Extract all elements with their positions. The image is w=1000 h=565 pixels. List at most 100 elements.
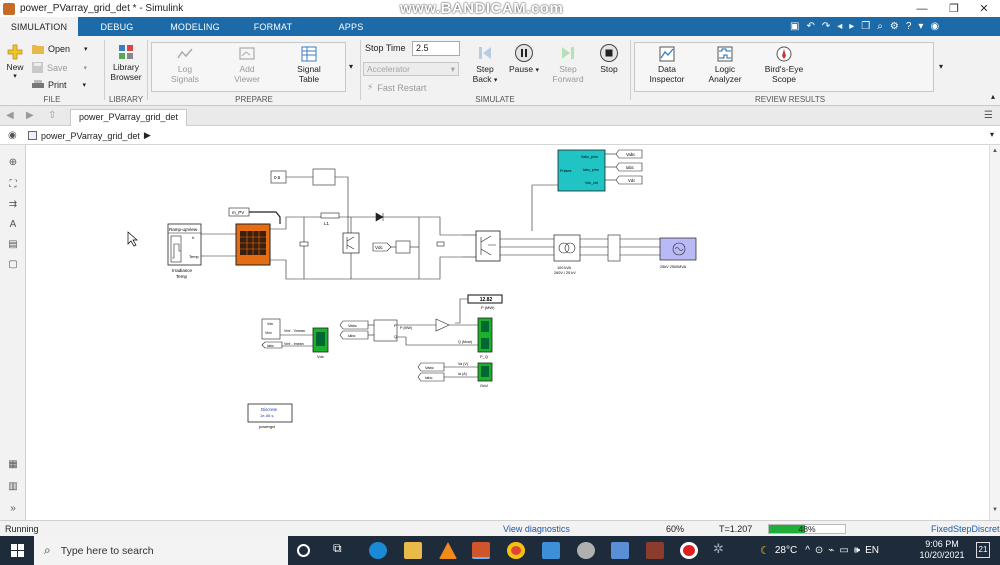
grid-scope[interactable]: Grid <box>477 362 493 388</box>
irradiance-temp-block[interactable]: Ramp-upView Ir Temp Irradiance Temp <box>167 223 202 279</box>
p-gain-block[interactable] <box>435 318 450 332</box>
close-button[interactable]: ✕ <box>968 0 1000 17</box>
chrome-icon[interactable] <box>507 542 525 559</box>
pq-measurement-block[interactable]: P Q <box>373 319 398 342</box>
expand-palette-icon[interactable]: » <box>6 503 20 515</box>
vdc-from-tag[interactable]: Vdc <box>615 175 643 185</box>
taskbar-search-box[interactable]: ⌕ Type here to search <box>34 536 288 565</box>
model-canvas[interactable]: Ramp-upView Ir Temp Irradiance Temp m_PV <box>26 145 989 520</box>
options-icon[interactable]: ▾ <box>918 21 923 32</box>
forward-nav-icon[interactable]: ▶ <box>26 110 34 121</box>
scroll-up-icon[interactable]: ▲ <box>992 148 998 154</box>
birds-eye-scope-button[interactable]: Bird's-Eye Scope <box>761 46 807 84</box>
copy-icon[interactable]: ❐ <box>861 21 870 32</box>
tab-modeling[interactable]: MODELING <box>156 17 234 36</box>
p-mw-display[interactable]: 12.82 P (MW) <box>467 294 503 310</box>
arrow-icon[interactable]: ⇉ <box>6 199 20 211</box>
pause-button[interactable]: Pause ▾ <box>506 44 542 76</box>
file-explorer-icon[interactable] <box>404 542 422 559</box>
iabc-from-tag-p[interactable]: Iabc <box>339 330 369 340</box>
scroll-down-icon[interactable]: ▼ <box>992 507 998 513</box>
add-viewer-button[interactable]: Add Viewer <box>226 46 268 84</box>
open-button[interactable]: Open ▾ <box>32 44 88 54</box>
logic-analyzer-button[interactable]: Logic Analyzer <box>703 46 747 84</box>
iabc-from-tag-2[interactable]: Iabc <box>261 341 283 349</box>
pwm-generator-block[interactable] <box>312 168 336 186</box>
community-icon[interactable]: ◉ <box>930 21 939 32</box>
minimize-button[interactable]: — <box>906 0 938 17</box>
bandicam-icon[interactable] <box>680 542 698 559</box>
help-icon[interactable]: ? <box>906 21 912 32</box>
vsc-inverter-block[interactable] <box>475 230 501 262</box>
wifi-icon[interactable]: ⌁ <box>828 545 834 556</box>
print-button[interactable]: Print ▾ <box>32 80 86 90</box>
review-gallery-expand-icon[interactable]: ▾ <box>936 62 946 72</box>
breadcrumb-item[interactable]: power_PVarray_grid_det <box>41 131 140 141</box>
vdc-scope[interactable]: Vdc <box>312 327 329 359</box>
image-icon[interactable]: ▤ <box>6 239 20 251</box>
up-level-icon[interactable]: ⇧ <box>48 110 56 121</box>
boost-switch-block[interactable] <box>342 232 360 254</box>
save-quick-icon[interactable]: ▣ <box>790 21 799 32</box>
vdc-goto-tag[interactable]: Vdc <box>372 242 392 252</box>
data-inspector-button[interactable]: Data Inspector <box>645 46 689 84</box>
vdc-measurement-subsystem[interactable]: Vdc Vinv <box>261 318 281 340</box>
find-icon[interactable]: ⌕ <box>877 21 883 32</box>
network-app-icon[interactable]: ✲ <box>713 541 731 558</box>
cortana-icon[interactable] <box>297 544 310 557</box>
grid-source-block[interactable]: 25kV 2500MVA <box>659 237 697 269</box>
l1-inductor[interactable] <box>320 212 340 219</box>
simulation-mode-select[interactable]: Accelerator ▾ <box>363 62 459 76</box>
weather-temp[interactable]: 28°C <box>775 545 797 556</box>
prepare-gallery-expand-icon[interactable]: ▾ <box>346 62 356 72</box>
winrar-icon[interactable] <box>646 542 664 559</box>
language-icon[interactable]: EN <box>865 545 879 556</box>
stop-time-input[interactable]: 2.5 <box>412 41 460 56</box>
step-forward-button[interactable]: Step Forward <box>549 44 587 84</box>
collapse-ribbon-icon[interactable]: ▴ <box>988 92 998 102</box>
save-button[interactable]: Save ▾ <box>32 62 87 73</box>
maximize-button[interactable]: ❐ <box>938 0 970 17</box>
dc-link-capacitor[interactable] <box>436 241 445 247</box>
solver-link[interactable]: FixedStepDiscrete <box>931 524 1000 534</box>
forward-icon[interactable]: ▸ <box>849 21 854 32</box>
vdc-measurement-block[interactable] <box>395 240 411 254</box>
tab-simulation[interactable]: SIMULATION <box>0 17 78 36</box>
edge-icon[interactable] <box>369 542 387 559</box>
view-diagnostics-link[interactable]: View diagnostics <box>503 524 570 534</box>
vabc-from-tag[interactable]: Vabc <box>615 149 643 159</box>
c1-capacitor[interactable] <box>299 241 309 247</box>
grid-measurement-block[interactable] <box>607 234 621 262</box>
breadcrumb-chevron-icon[interactable]: ▶ <box>144 130 151 141</box>
pv-array-block[interactable] <box>235 223 271 266</box>
new-button[interactable]: New ▾ <box>3 44 27 82</box>
record-icon[interactable]: ⊙ <box>815 545 823 556</box>
back-icon[interactable]: ◂ <box>837 21 842 32</box>
undo-icon[interactable]: ↶ <box>806 21 814 32</box>
tab-debug[interactable]: DEBUG <box>78 17 156 36</box>
redo-icon[interactable]: ↷ <box>822 21 830 32</box>
app-icon[interactable] <box>577 542 595 559</box>
breadcrumb-dropdown-icon[interactable]: ▾ <box>990 130 994 139</box>
matlab-icon[interactable] <box>472 542 490 559</box>
iabc-from-tag-grid[interactable]: Iabc <box>417 372 445 382</box>
vlc-icon[interactable] <box>439 542 457 559</box>
store-icon[interactable] <box>611 542 629 559</box>
p-q-scope[interactable]: P_Q <box>477 317 493 359</box>
m-pv-goto-tag[interactable]: m_PV <box>228 207 250 217</box>
transformer-block[interactable]: 100 kVA 260V / 25 kV <box>553 234 581 275</box>
taskbar-clock[interactable]: 9:06 PM 10/20/2021 <box>912 539 972 561</box>
iabc-from-tag[interactable]: Iabc <box>615 162 643 172</box>
tray-expand-icon[interactable]: ^ <box>805 545 810 556</box>
notifications-icon[interactable]: 21 <box>976 542 990 558</box>
settings-icon[interactable]: ⚙ <box>890 21 899 32</box>
volume-icon[interactable]: 🕪 <box>854 545 860 556</box>
annotation-icon[interactable]: A <box>6 219 20 231</box>
property-inspector-icon[interactable]: ▥ <box>6 481 20 493</box>
zoom-in-icon[interactable]: ⊕ <box>6 157 20 169</box>
vabc-from-tag-grid[interactable]: Vabc <box>417 362 445 372</box>
vsc-controller-block[interactable]: Pulses Vabc_prim Iabc_prim Vdc_ctrl <box>557 149 606 192</box>
tab-format[interactable]: FORMAT <box>234 17 312 36</box>
tab-apps[interactable]: APPS <box>312 17 390 36</box>
back-nav-icon[interactable]: ◀ <box>6 110 14 121</box>
